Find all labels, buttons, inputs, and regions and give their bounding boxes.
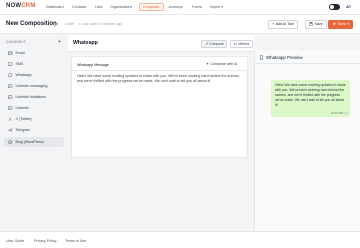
pencil-icon[interactable] [54, 21, 59, 27]
editor-label: Whatsapp Message [77, 63, 109, 67]
channel-label: LinkedIn invitations [15, 95, 47, 99]
channel-item-sms[interactable]: SMS [4, 59, 64, 69]
sparkle-icon: ✦ [206, 62, 210, 66]
x-icon [8, 117, 12, 121]
message-time: 02:15 PM [331, 111, 343, 115]
save-icon [309, 22, 313, 26]
status-badge: • Draft [64, 22, 75, 26]
footer-link-terms-of-use[interactable]: Terms of Use [65, 239, 86, 243]
page-title: New Composition [6, 21, 57, 27]
editor-header: Whatsapp Compose Metrics [68, 35, 254, 52]
nav-composer[interactable]: Composer [139, 3, 164, 11]
send-button[interactable]: Send ▾ [328, 19, 354, 29]
sms-icon [8, 62, 13, 67]
channel-item-blog-wordpress[interactable]: W Blog (WordPress) [4, 137, 64, 147]
channel-label: X (Twitter) [15, 117, 32, 121]
svg-text:W: W [9, 142, 11, 144]
channel-item-linkedin-messaging[interactable]: in LinkedIn messaging [4, 81, 64, 91]
message-editor[interactable]: Whatsapp Message ✦ Compose with AI Hello!… [71, 56, 248, 158]
send-icon [332, 22, 336, 26]
nav-lists[interactable]: Lists [93, 4, 104, 10]
editor-area: Whatsapp Compose Metrics Whatsapp Messag… [68, 35, 254, 231]
channel-item-whatsapp[interactable]: Whatsapp [4, 70, 64, 80]
footer-link-user-guide[interactable]: User Guide [6, 239, 24, 243]
add-ai-tool-button[interactable]: + Add AI Tool [268, 19, 298, 29]
bubble-text: Hello! We have some exciting updates to … [275, 83, 346, 107]
app-logo[interactable]: NOWCRM [6, 3, 36, 9]
nav-forms[interactable]: Forms [190, 4, 204, 10]
footer-link-privacy-policy[interactable]: Privacy Policy [34, 239, 56, 243]
channels-panel: CHANNELS + Email SMS Whatsapp in LinkedI… [0, 35, 68, 231]
nav-dashboard[interactable]: Dashboard [44, 4, 66, 10]
compose-with-ai-button[interactable]: ✦ Compose with AI [206, 62, 237, 66]
chevron-down-icon: ▾ [221, 5, 223, 9]
channel-title: Whatsapp [73, 40, 98, 46]
channel-item-email[interactable]: Email [4, 48, 64, 58]
channels-heading: CHANNELS [6, 40, 26, 44]
channel-label: Whatsapp [15, 73, 32, 77]
preview-title: Whatsapp Preview [266, 55, 303, 60]
preview-panel: Whatsapp Preview Hello! We have some exc… [254, 50, 360, 231]
theme-toggle[interactable] [329, 4, 340, 10]
phone-icon [260, 54, 263, 60]
channel-item-linkedin[interactable]: in LinkedIn [4, 103, 64, 113]
nav-contacts[interactable]: Contacts [70, 4, 88, 10]
linkedin-icon: in [8, 105, 13, 110]
channel-item-x-twitter[interactable]: X (Twitter) [4, 114, 64, 124]
linkedin-icon: in [8, 83, 13, 88]
wordpress-icon: W [8, 140, 13, 144]
linkedin-icon: in [8, 94, 13, 99]
mail-icon [8, 51, 13, 55]
top-navbar: NOWCRM Dashboard Contacts Lists Organisa… [0, 0, 360, 15]
footer: User Guide Privacy Policy Terms of Use [0, 231, 360, 248]
add-channel-button[interactable]: + [58, 39, 61, 45]
channel-item-telegram[interactable]: Telegram [4, 125, 64, 135]
message-textarea[interactable]: Hello! We have some exciting updates to … [77, 74, 245, 85]
channel-label: Blog (WordPress) [15, 140, 44, 144]
nav-journeys[interactable]: Journeys [166, 4, 185, 10]
tab-metrics[interactable]: Metrics [230, 39, 253, 48]
chevron-down-icon: ▾ [347, 22, 350, 26]
divider [72, 70, 247, 71]
channel-label: Email [15, 51, 25, 55]
double-check-icon: ✓✓ [343, 111, 349, 115]
preview-header: Whatsapp Preview [255, 50, 360, 64]
channel-item-linkedin-invitations[interactable]: in LinkedIn invitations [4, 92, 64, 102]
channel-label: Telegram [15, 128, 31, 132]
tab-compose[interactable]: Compose [201, 39, 228, 48]
whatsapp-icon [8, 73, 13, 77]
nav-organisations[interactable]: Organisations [108, 4, 134, 10]
plus-icon: + [272, 22, 275, 26]
save-button[interactable]: Save [305, 19, 327, 29]
chart-icon [233, 42, 237, 46]
user-avatar[interactable]: AT [346, 4, 351, 9]
nav-import[interactable]: Import ▾ [208, 4, 225, 10]
channel-label: SMS [15, 62, 24, 66]
channel-label: LinkedIn messaging [15, 84, 48, 88]
last-saved-text: • Last saved 2 minutes ago [79, 22, 123, 26]
channel-label: LinkedIn [15, 106, 30, 110]
pencil-icon [204, 41, 208, 46]
composition-header: New Composition • Draft • Last saved 2 m… [0, 15, 360, 34]
toggle-knob [329, 4, 335, 10]
message-bubble: Hello! We have some exciting updates to … [271, 80, 350, 117]
telegram-icon [8, 128, 13, 132]
